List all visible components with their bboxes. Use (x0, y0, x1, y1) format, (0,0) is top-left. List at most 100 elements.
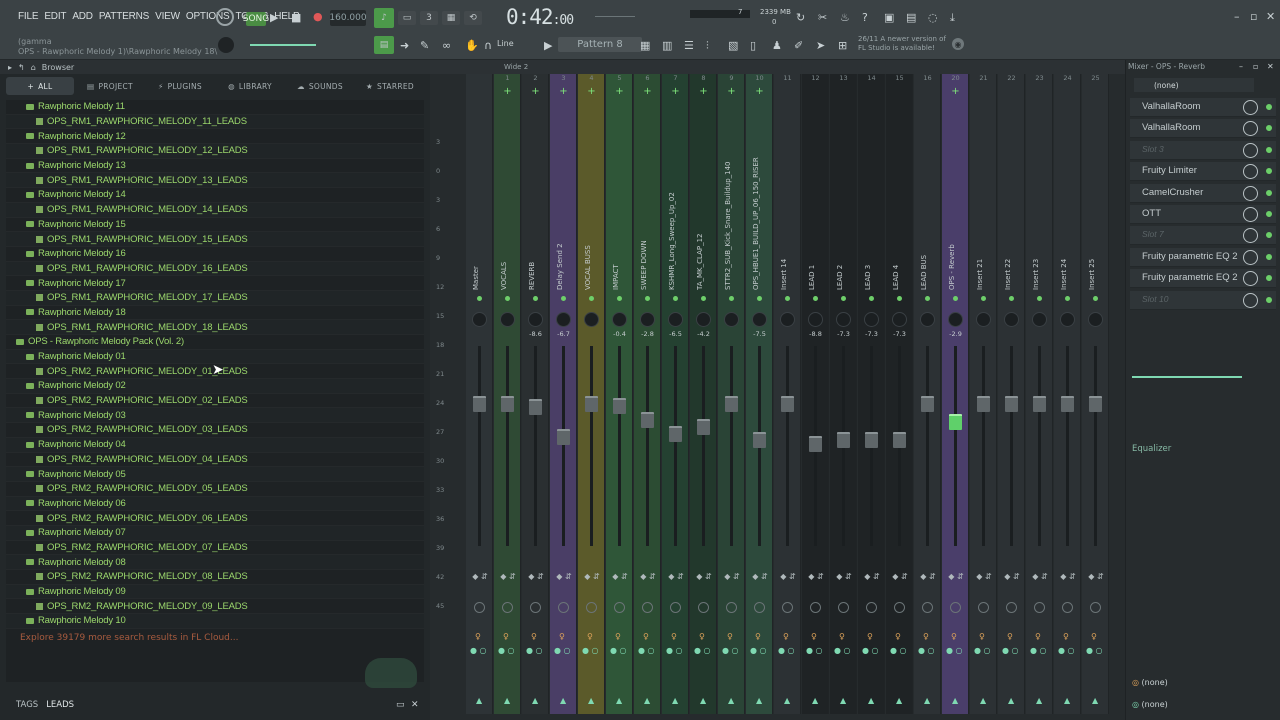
reverse-polarity-icon[interactable] (1090, 602, 1101, 613)
stereo-icon[interactable]: ◆ ⇵ (695, 572, 713, 581)
stereo-icon[interactable]: ◆ ⇵ (891, 572, 909, 581)
tool-playlist-icon[interactable]: ▤ (374, 36, 394, 54)
stamp-icon[interactable]: ✋ (465, 39, 479, 52)
tab-0[interactable]: + ALL (6, 77, 74, 95)
track-name[interactable]: STTR2_SUB_Kick_Snare_Buildup_140 (724, 110, 738, 290)
folder-row[interactable]: Rawphoric Melody 08 (6, 555, 424, 570)
track-enable-led[interactable] (617, 296, 622, 301)
fx-slot[interactable]: Slot 7 (1130, 226, 1276, 246)
main-pitch-knob[interactable] (218, 37, 234, 53)
folder-row[interactable]: Rawphoric Melody 07 (6, 525, 424, 541)
fx-slot[interactable]: Slot 3 (1130, 140, 1276, 160)
mix-knob[interactable] (1243, 164, 1258, 180)
track-enable-led[interactable] (813, 296, 818, 301)
mix-knob[interactable] (1243, 271, 1258, 287)
track-enable-led[interactable] (897, 296, 902, 301)
track-enable-led[interactable] (757, 296, 762, 301)
volume-fader[interactable] (1033, 395, 1046, 412)
route-icon[interactable]: ● ○ (974, 646, 991, 655)
track-enable-led[interactable] (701, 296, 706, 301)
tab-4[interactable]: ☁ SOUNDS (286, 77, 354, 95)
route-icon[interactable]: ● ○ (582, 646, 599, 655)
route-icon[interactable]: ● ○ (1058, 646, 1075, 655)
stereo-icon[interactable]: ◆ ⇵ (863, 572, 881, 581)
mix-knob[interactable] (1243, 121, 1258, 137)
send-arrow-icon[interactable]: ▲ (700, 696, 706, 705)
send-arrow-icon[interactable]: ▲ (784, 696, 790, 705)
volume-fader[interactable] (669, 426, 682, 443)
mixer-track[interactable]: 12 LEAD 1 -8.8 ◆ ⇵ ♀ ● ○ ▲ (802, 74, 829, 714)
mixer-track[interactable]: Master ◆ ⇵ ♀ ● ○ ▲ (466, 74, 493, 714)
stereo-icon[interactable]: ◆ ⇵ (611, 572, 629, 581)
master-volume-slider[interactable] (595, 16, 635, 17)
file-row[interactable]: OPS_RM2_RAWPHORIC_MELODY_02_LEADS (6, 394, 424, 409)
send-arrow-icon[interactable]: ▲ (644, 696, 650, 705)
metronome-icon[interactable]: ♪ (374, 8, 394, 28)
mixer-track[interactable]: 9 + STTR2_SUB_Kick_Snare_Buildup_140 ◆ ⇵ ♀ ● … (718, 74, 745, 714)
send-arrow-icon[interactable]: ▲ (812, 696, 818, 705)
volume-fader[interactable] (697, 418, 710, 435)
send-arrow-icon[interactable]: ▲ (952, 696, 958, 705)
mixer-track[interactable]: 11 Insert 14 ◆ ⇵ ♀ ● ○ ▲ (774, 74, 801, 714)
track-enable-led[interactable] (1093, 296, 1098, 301)
reverse-polarity-icon[interactable] (474, 602, 485, 613)
menu-item-0[interactable]: FILE (18, 11, 39, 22)
pan-knob[interactable] (752, 312, 767, 327)
track-name[interactable]: Insert 22 (1004, 110, 1018, 290)
reverse-polarity-icon[interactable] (642, 602, 653, 613)
send-arrow-icon[interactable]: ▲ (504, 696, 510, 705)
add-track-icon[interactable]: + (550, 86, 577, 102)
slot-enable-led[interactable] (1266, 146, 1272, 153)
track-name[interactable]: Master (472, 110, 486, 290)
send-arrow-icon[interactable]: ▲ (1064, 696, 1070, 705)
fx-icon[interactable]: ♀ (839, 632, 845, 641)
reverse-polarity-icon[interactable] (586, 602, 597, 613)
pan-knob[interactable] (808, 312, 823, 327)
volume-fader[interactable] (837, 431, 850, 448)
send-arrow-icon[interactable]: ▲ (560, 696, 566, 705)
mixer-track[interactable]: 24 Insert 24 ◆ ⇵ ♀ ● ○ ▲ (1054, 74, 1081, 714)
fx-icon[interactable]: ♀ (587, 632, 593, 641)
fx-icon[interactable]: ♀ (1007, 632, 1013, 641)
route-icon[interactable]: ● ○ (638, 646, 655, 655)
route-icon[interactable]: ● ○ (1086, 646, 1103, 655)
track-name[interactable]: LEAD 1 (808, 110, 822, 290)
input-select[interactable]: (none) (1134, 78, 1254, 92)
mixer-track[interactable]: 5 + IMPACT -0.4 ◆ ⇵ ♀ ● ○ ▲ (606, 74, 633, 714)
reverse-polarity-icon[interactable] (1034, 602, 1045, 613)
pan-knob[interactable] (836, 312, 851, 327)
fx-icon[interactable]: ♀ (727, 632, 733, 641)
track-enable-led[interactable] (729, 296, 734, 301)
reverse-polarity-icon[interactable] (950, 602, 961, 613)
send-arrow-icon[interactable]: ▲ (756, 696, 762, 705)
route-icon[interactable]: ● ○ (806, 646, 823, 655)
mixer-track[interactable]: 2 + REVERB -8.6 ◆ ⇵ ♀ ● ○ ▲ (522, 74, 549, 714)
add-track-icon[interactable]: + (942, 86, 969, 102)
reverse-polarity-icon[interactable] (670, 602, 681, 613)
mixer-track[interactable]: 13 LEAD 2 -7.3 ◆ ⇵ ♀ ● ○ ▲ (830, 74, 857, 714)
fx-icon[interactable]: ♀ (979, 632, 985, 641)
blend-notes-icon[interactable]: ▦ (442, 11, 460, 25)
reverse-polarity-icon[interactable] (866, 602, 877, 613)
track-name[interactable]: Delay Send 2 (556, 110, 570, 290)
add-track-icon[interactable]: + (606, 86, 633, 102)
track-name[interactable]: SWEEP DOWN (640, 110, 654, 290)
maximize-icon[interactable]: ▫ (1250, 10, 1257, 23)
folder-row[interactable]: Rawphoric Melody 14 (6, 188, 424, 203)
folder-row[interactable]: Rawphoric Melody 05 (6, 467, 424, 482)
search-input[interactable]: LEADS (46, 700, 74, 710)
stereo-icon[interactable]: ◆ ⇵ (779, 572, 797, 581)
output-1-select[interactable]: (none) (1142, 678, 1168, 687)
record-mode-icon[interactable] (216, 8, 234, 26)
record-icon[interactable]: ● (313, 10, 323, 23)
fl-cloud-icon[interactable] (365, 658, 417, 688)
slot-enable-led[interactable] (1266, 275, 1272, 282)
reverse-polarity-icon[interactable] (1062, 602, 1073, 613)
stereo-icon[interactable]: ◆ ⇵ (667, 572, 685, 581)
track-name[interactable]: VOCAL BUSS (584, 110, 598, 290)
browser-icon[interactable]: ▯ (750, 39, 756, 52)
reverse-polarity-icon[interactable] (1006, 602, 1017, 613)
track-name[interactable]: Insert 25 (1088, 110, 1102, 290)
folder-row[interactable]: Rawphoric Melody 04 (6, 437, 424, 453)
mixer-track[interactable]: 10 + OPS_HBUE1_BUILD_UP_06_150_RISER -7.5 ◆ … (746, 74, 773, 714)
